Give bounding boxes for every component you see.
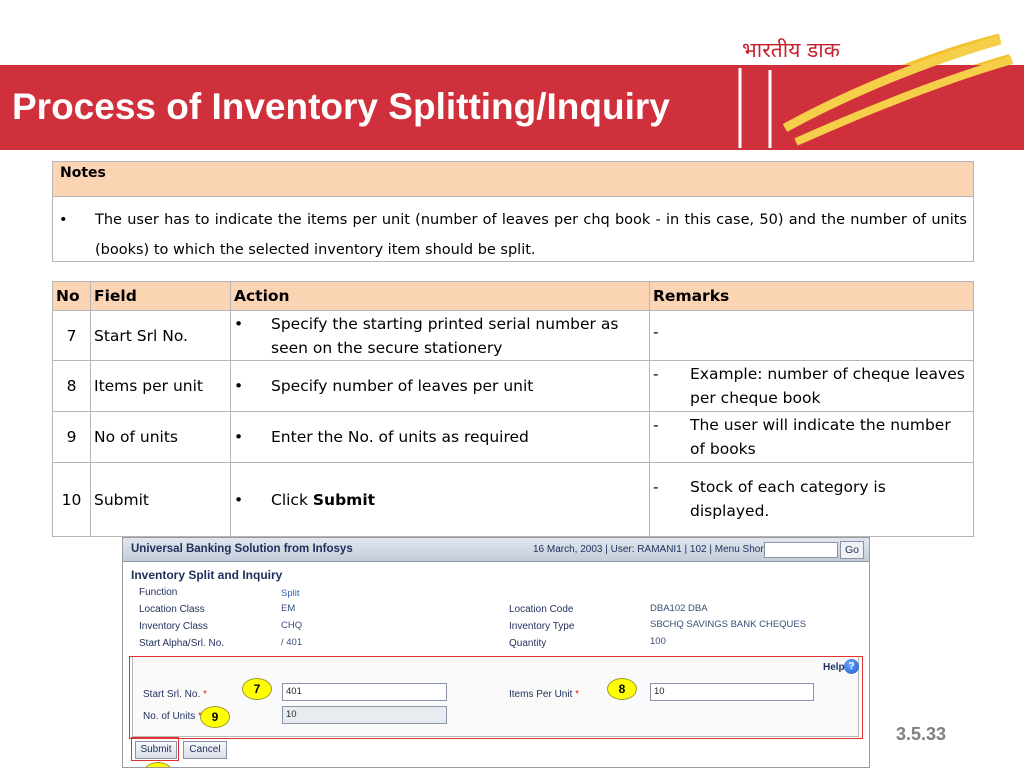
location-class-label: Location Class	[139, 604, 205, 615]
header-remarks: Remarks	[649, 281, 974, 311]
inventory-class-value: CHQ	[281, 620, 303, 631]
remarks-dash: -	[653, 365, 659, 383]
notes-text: The user has to indicate the items per u…	[95, 212, 967, 258]
page-number: 3.5.33	[896, 724, 947, 744]
no-units-input[interactable]: 10	[282, 706, 447, 724]
items-per-unit-label: Items Per Unit *	[509, 689, 580, 700]
row-no: 10	[52, 462, 91, 537]
remarks-dash: -	[653, 323, 659, 341]
callout-10-partial	[143, 762, 173, 767]
inventory-type-label: Inventory Type	[509, 621, 575, 632]
app-name: Universal Banking Solution from Infosys	[131, 543, 353, 555]
remarks-dash: -	[653, 416, 659, 434]
location-code-value: DBA102 DBA	[650, 603, 708, 614]
notes-header: Notes	[53, 162, 973, 197]
logo-text: भारतीय डाक	[742, 38, 840, 62]
action-prefix: Click	[271, 490, 313, 509]
action-bold: Submit	[312, 490, 376, 509]
cancel-button[interactable]: Cancel	[183, 741, 227, 759]
bullet-icon: •	[59, 212, 68, 228]
bullet-icon: •	[234, 314, 244, 333]
submit-button[interactable]: Submit	[135, 741, 177, 759]
slide-title: Process of Inventory Splitting/Inquiry	[12, 86, 670, 127]
remarks-text: Example: number of cheque leaves per che…	[690, 365, 965, 407]
row-no: 8	[52, 360, 91, 412]
callout-9: 9	[200, 706, 230, 728]
items-per-unit-input[interactable]: 10	[650, 683, 814, 701]
row-remarks: - Example: number of cheque leaves per ch…	[649, 360, 974, 412]
table-row: 9 No of units • Enter the No. of units as…	[52, 411, 974, 463]
quantity-label: Quantity	[509, 638, 547, 649]
notes-box: Notes • The user has to indicate the ite…	[52, 161, 974, 262]
location-class-value: EM	[281, 603, 296, 614]
remarks-text: The user will indicate the number of boo…	[690, 416, 951, 458]
callout-7: 7	[242, 678, 272, 700]
quantity-value: 100	[650, 636, 666, 647]
header-no: No	[52, 281, 91, 311]
start-srl-input[interactable]: 401	[282, 683, 447, 701]
row-field: No of units	[90, 411, 231, 463]
no-units-label: No. of Units *	[143, 711, 202, 722]
action-text: Specify number of leaves per unit	[271, 377, 534, 395]
header-field: Field	[90, 281, 231, 311]
start-srl-label: Start Srl. No. *	[143, 689, 207, 700]
go-button[interactable]: Go	[840, 541, 864, 559]
table-row: 7 Start Srl No. • Specify the starting pr…	[52, 310, 974, 361]
notes-body: • The user has to indicate the items per…	[53, 197, 973, 265]
row-remarks: - The user will indicate the number of bo…	[649, 411, 974, 463]
app-meta: 16 March, 2003 | User: RAMANI1 | 102 | M…	[533, 544, 783, 555]
callout-8: 8	[607, 678, 637, 700]
table-row: 8 Items per unit • Specify number of leav…	[52, 360, 974, 412]
header-action: Action	[230, 281, 650, 311]
row-action: • Specify number of leaves per unit	[230, 360, 650, 412]
function-value: Split	[281, 588, 300, 599]
inventory-class-label: Inventory Class	[139, 621, 208, 632]
app-screenshot: Universal Banking Solution from Infosys …	[122, 537, 870, 768]
start-alpha-label: Start Alpha/Srl. No.	[139, 638, 225, 649]
remarks-dash: -	[653, 478, 659, 496]
table-row: 10 Submit • Click Submit - Stock of each c…	[52, 462, 974, 537]
location-code-label: Location Code	[509, 604, 574, 615]
row-field: Start Srl No.	[90, 310, 231, 361]
row-remarks: -	[649, 310, 974, 361]
start-alpha-value: / 401	[281, 637, 303, 648]
row-action: • Enter the No. of units as required	[230, 411, 650, 463]
inventory-type-value: SBCHQ SAVINGS BANK CHEQUES	[650, 619, 807, 630]
row-action: • Click Submit	[230, 462, 650, 537]
row-action: • Specify the starting printed serial num…	[230, 310, 650, 361]
row-field: Items per unit	[90, 360, 231, 412]
row-no: 9	[52, 411, 91, 463]
row-no: 7	[52, 310, 91, 361]
table-header-row: No Field Action Remarks	[52, 281, 974, 311]
menu-shortcut-input[interactable]	[764, 542, 838, 558]
app-page-title: Inventory Split and Inquiry	[131, 568, 283, 582]
help-label[interactable]: Help	[823, 662, 845, 673]
function-label: Function	[139, 587, 178, 598]
action-text: Specify the starting printed serial numb…	[271, 314, 619, 357]
bullet-icon: •	[234, 490, 244, 509]
action-text: Click Submit	[271, 488, 375, 512]
required-mark: *	[203, 689, 207, 700]
row-remarks: - Stock of each category is displayed.	[649, 462, 974, 537]
app-title-bar: Universal Banking Solution from Infosys …	[123, 538, 869, 562]
help-icon[interactable]: ?	[844, 659, 859, 674]
remarks-text: Stock of each category is displayed.	[690, 478, 886, 520]
required-mark: *	[575, 689, 580, 700]
bullet-icon: •	[234, 428, 244, 446]
action-text: Enter the No. of units as required	[271, 428, 529, 446]
bullet-icon: •	[234, 377, 244, 395]
fields-table: No Field Action Remarks 7 Start Srl No. …	[52, 281, 974, 537]
row-field: Submit	[90, 462, 231, 537]
